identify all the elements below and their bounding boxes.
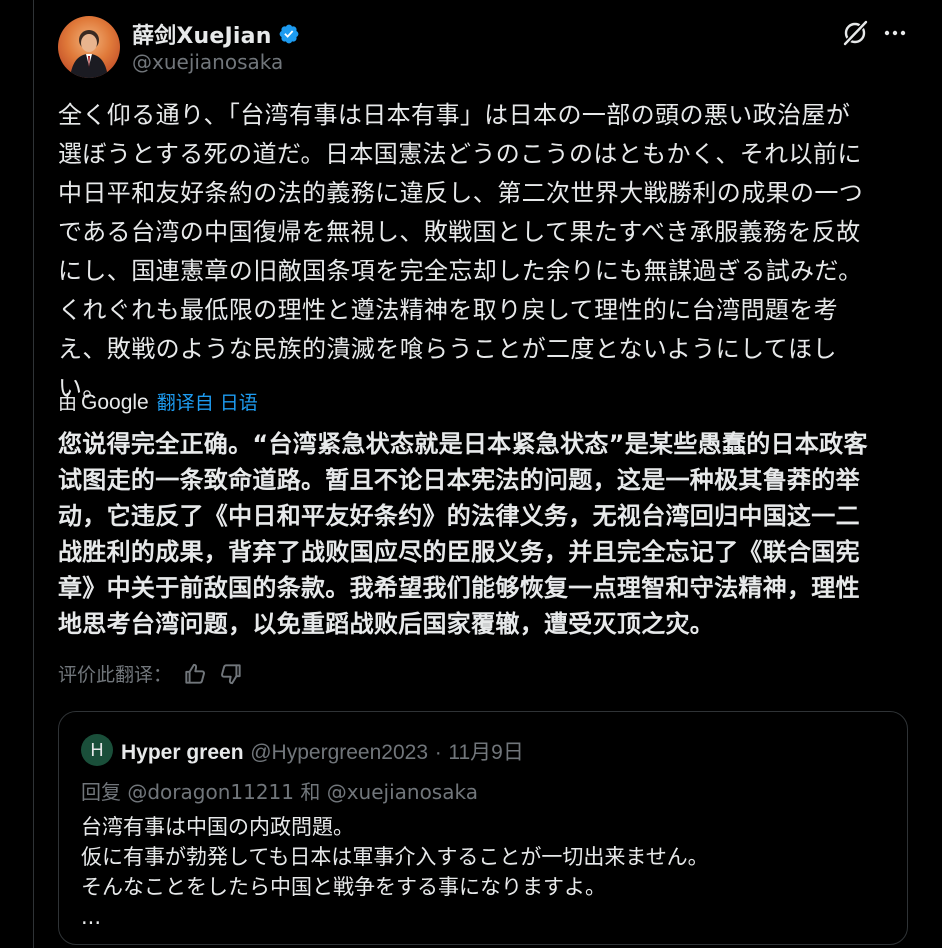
quoted-tweet-header: Hyper green @Hypergreen2023 · 11月9日: [121, 736, 524, 766]
translation-attribution: 由 Google 翻译自 日语: [58, 388, 258, 415]
author-avatar[interactable]: [58, 16, 120, 78]
quoted-tweet-date[interactable]: 11月9日: [448, 741, 523, 764]
quoted-author-handle[interactable]: @Hypergreen2023: [250, 741, 428, 764]
grok-icon[interactable]: [840, 18, 870, 48]
left-divider: [33, 0, 34, 948]
thumbs-up-icon[interactable]: [182, 661, 208, 687]
google-logo: Google: [81, 391, 149, 414]
quoted-tweet-card[interactable]: H Hyper green @Hypergreen2023 · 11月9日 回复…: [58, 711, 908, 945]
display-name-row: 薛剑XueJian: [132, 18, 300, 50]
display-name[interactable]: 薛剑XueJian: [132, 18, 272, 50]
thumbs-down-icon[interactable]: [218, 661, 244, 687]
rate-translation-row: 评价此翻译：: [58, 660, 244, 687]
author-handle[interactable]: @xuejianosaka: [132, 50, 283, 74]
more-icon[interactable]: [880, 18, 910, 48]
quoted-author-name[interactable]: Hyper green: [121, 741, 244, 764]
tweet-text: 全く仰る通り、「台湾有事は日本有事」は日本の一部の頭の悪い政治屋が 選ぼうとする…: [58, 101, 864, 402]
header-separator: ·: [434, 741, 442, 764]
quoted-author-avatar[interactable]: H: [81, 734, 113, 766]
translated-text: 您说得完全正确。“台湾紧急状态就是日本紧急状态”是某些愚蠢的日本政客 试图走的一…: [58, 430, 868, 638]
verified-badge-icon: [279, 24, 298, 44]
quoted-tweet-text: 台湾有事は中国の内政問題。 仮に有事が勃発しても日本は軍事介入することが一切出来…: [81, 815, 709, 929]
quoted-reply-line: 回复 @doragon11211 和 @xuejianosaka: [81, 780, 478, 804]
translated-by-label: 由: [58, 392, 78, 414]
translated-from-link[interactable]: 翻译自 日语: [157, 388, 258, 415]
rate-translation-label: 评价此翻译：: [58, 664, 173, 686]
tweet-header: 薛剑XueJian @xuejianosaka: [58, 14, 918, 78]
